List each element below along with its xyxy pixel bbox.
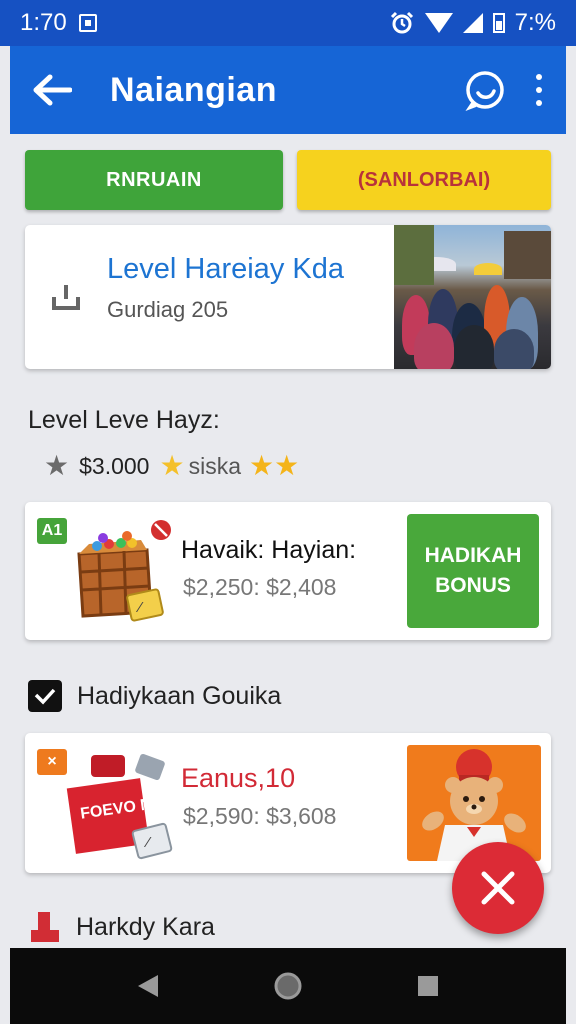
bonus-name: Eanus,10 (181, 763, 296, 793)
check-icon (34, 688, 56, 705)
back-button[interactable] (32, 70, 72, 110)
star-icon: ★ (248, 450, 275, 481)
prize-card[interactable]: A1 ⁄ Havaik: Hayian: $2,250: $2,408 HADI… (25, 502, 551, 640)
level-subtitle: Gurdiag 205 (107, 297, 229, 322)
level-title: Level Hareiay Kda (107, 253, 344, 285)
stamp-icon (31, 912, 59, 942)
alarm-icon (390, 11, 413, 34)
level-price: $3.000 (79, 452, 150, 479)
level-section-label: Level Leve Hayz: (28, 406, 220, 434)
app-bar: Naiangian (10, 46, 566, 134)
page-title: Naiangian (110, 70, 277, 109)
download-icon (52, 285, 80, 310)
status-icons: 7:% (389, 9, 556, 37)
bonus-badge: × (37, 749, 67, 775)
tab-green-button[interactable]: RNRUAIN (25, 150, 283, 210)
star-icon: ★ (159, 450, 185, 481)
bonus-button-line2: BONUS (435, 574, 511, 597)
triangle-back-icon[interactable] (136, 973, 160, 999)
close-fab-button[interactable] (452, 842, 544, 934)
wifi-icon (424, 13, 453, 33)
signal-icon (462, 13, 483, 33)
close-icon (481, 871, 515, 905)
bonus-range: $2,590: $3,608 (183, 803, 337, 829)
arrow-left-icon (33, 74, 72, 106)
system-nav-bar (10, 948, 566, 1024)
prize-badge: A1 (37, 518, 67, 544)
battery-icon (492, 13, 505, 33)
crate-icon: ⁄ (77, 520, 171, 622)
circle-home-icon[interactable] (272, 970, 304, 1002)
status-bar: 1:70 7:% (0, 0, 576, 46)
prize-name: Havaik: Hayian: (181, 536, 357, 564)
mascot-image[interactable] (407, 745, 541, 861)
market-photo (394, 225, 551, 369)
battery-level: 7:% (514, 9, 556, 36)
bonus-button-line1: HADIKAH (424, 544, 522, 567)
checkbox-label: Hadiykaan Gouika (77, 681, 282, 710)
bottom-section-label: Harkdy Kara (76, 912, 215, 941)
status-time: 1:70 (20, 9, 67, 36)
level-price-row: ★ $3.000 ★ siska ★ ★ (44, 452, 299, 480)
sim-icon (78, 14, 97, 32)
bear-chef-mascot-icon (422, 749, 526, 861)
more-vertical-icon[interactable] (534, 74, 544, 106)
star-icon: ★ (274, 450, 300, 481)
checkbox[interactable] (28, 680, 62, 712)
star-icon: ★ (44, 450, 70, 481)
chat-bubble-icon (465, 71, 504, 112)
gift-box-icon: FOEVO NEBR ⁄ (66, 754, 183, 860)
checkbox-row[interactable]: Hadiykaan Gouika (28, 680, 281, 712)
tab-yellow-button[interactable]: (SANLORBAI) (297, 150, 551, 210)
bottom-section-row: Harkdy Kara (28, 910, 215, 944)
square-recents-icon[interactable] (416, 974, 440, 998)
level-tag: siska (188, 452, 241, 479)
level-card[interactable]: Level Hareiay Kda Gurdiag 205 (25, 225, 551, 369)
chat-button[interactable] (464, 69, 506, 112)
prize-range: $2,250: $2,408 (183, 574, 337, 600)
claim-bonus-button[interactable]: HADIKAH BONUS (407, 514, 539, 628)
